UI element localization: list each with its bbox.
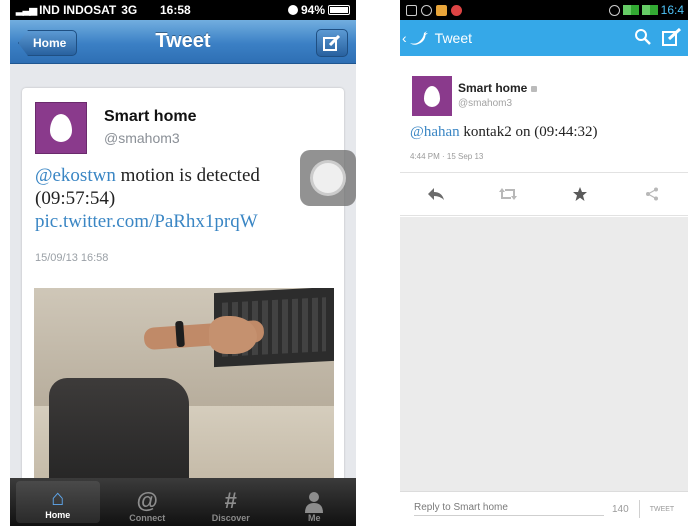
retweet-icon — [499, 188, 517, 200]
reply-icon — [428, 188, 444, 200]
share-icon — [646, 187, 658, 201]
retweet-button[interactable] — [472, 187, 544, 201]
tab-label: Discover — [211, 513, 250, 523]
back-button[interactable]: Home — [18, 30, 78, 56]
reply-input[interactable]: Reply to Smart home — [414, 502, 604, 516]
favorite-button[interactable] — [544, 186, 616, 202]
tweet-link[interactable]: pic.twitter.com/PaRhx1prqW — [35, 211, 258, 232]
egg-icon — [50, 114, 72, 142]
tweet-card: Smart home @smahom3 @ekostwn motion is d… — [22, 88, 344, 498]
compose-icon — [323, 35, 341, 51]
reply-button[interactable] — [400, 187, 472, 201]
hash-icon: # — [224, 488, 237, 513]
tab-label: Connect — [129, 513, 166, 523]
android-status-bar: 16:4 — [400, 0, 688, 20]
network-label: 3G — [121, 3, 138, 17]
action-bar: ‹ Tweet — [400, 20, 688, 56]
author-handle[interactable]: @smahom3 — [458, 98, 512, 109]
author-name-label: Smart home — [458, 81, 528, 95]
tweet-photo[interactable] — [34, 288, 334, 498]
app-notification-icon — [436, 4, 447, 16]
android-phone: 16:4 ‹ Tweet Smart home @smahom3 @hahan … — [400, 0, 688, 526]
whatsapp-icon — [421, 4, 432, 16]
tab-connect[interactable]: @ Connect — [106, 478, 190, 526]
author-name[interactable]: Smart home — [458, 81, 538, 95]
tab-discover[interactable]: # Discover — [189, 478, 273, 526]
status-time: 16:4 — [660, 3, 684, 17]
signal-icon: ▂▃▅ — [16, 4, 37, 16]
search-icon[interactable] — [634, 28, 652, 46]
tab-label: Me — [307, 513, 321, 523]
tweet-date: 4:44 PM · 15 Sep 13 — [410, 152, 484, 161]
egg-icon — [424, 85, 440, 107]
tab-label: Home — [45, 510, 71, 520]
gallery-icon — [406, 4, 417, 16]
tab-home[interactable]: ⌂ Home — [16, 481, 100, 523]
back-button-label: Home — [33, 36, 67, 50]
tweet-mention[interactable]: @hahan — [410, 124, 460, 140]
signal-icon — [622, 5, 639, 15]
star-icon — [573, 187, 587, 201]
char-count: 140 — [612, 503, 629, 515]
battery-icon — [328, 5, 350, 15]
reply-bar: Reply to Smart home 140 TWEET — [400, 491, 688, 526]
tweet-send-button[interactable]: TWEET — [650, 506, 675, 513]
tweet-actions — [400, 172, 688, 216]
battery-percent: 94% — [300, 3, 325, 17]
author-handle[interactable]: @smahom3 — [104, 130, 180, 146]
alarm-icon — [287, 5, 298, 15]
author-name[interactable]: Smart home — [104, 108, 196, 126]
tweet-date: 15/09/13 16:58 — [35, 252, 109, 264]
data-icon — [641, 5, 658, 15]
battery-indicator: 94% — [287, 3, 350, 17]
tweet-mention[interactable]: @ekostwn — [35, 165, 116, 186]
tweet-text: @hahan kontak2 on (09:44:32) — [410, 124, 598, 141]
share-button[interactable] — [616, 187, 688, 201]
tab-bar: ⌂ Home @ Connect # Discover Me — [10, 478, 356, 526]
avatar[interactable] — [412, 76, 452, 116]
status-time: 16:58 — [160, 3, 191, 17]
empty-conversation-area — [400, 217, 688, 491]
compose-icon[interactable] — [662, 28, 682, 46]
ios-nav-bar: Home Tweet — [10, 20, 356, 64]
missed-call-icon — [451, 4, 462, 16]
divider — [638, 500, 640, 518]
alarm-icon — [608, 4, 620, 16]
tab-me[interactable]: Me — [273, 478, 357, 526]
lock-icon — [531, 85, 538, 92]
twitter-bird-icon[interactable] — [409, 30, 429, 46]
photo-hand — [209, 316, 257, 354]
photo-wristband — [175, 320, 185, 348]
ios-status-bar: ▂▃▅ IND INDOSAT 3G 16:58 94% — [10, 0, 356, 20]
avatar[interactable] — [35, 102, 87, 154]
tweet-text: @ekostwn motion is detected (09:57:54) p… — [35, 164, 305, 233]
notification-icons — [406, 4, 462, 16]
person-icon — [305, 492, 324, 513]
status-right: 16:4 — [608, 3, 684, 17]
compose-button[interactable] — [316, 29, 348, 57]
up-chevron-icon[interactable]: ‹ — [402, 30, 407, 46]
assistive-touch-icon — [310, 160, 346, 196]
page-title: Tweet — [434, 30, 473, 46]
home-icon: ⌂ — [51, 485, 65, 510]
carrier-label: IND INDOSAT — [39, 3, 117, 17]
at-icon: @ — [136, 488, 158, 513]
ios-phone: ▂▃▅ IND INDOSAT 3G 16:58 94% Home Tweet — [10, 0, 356, 526]
screenshot-stage: ▂▃▅ IND INDOSAT 3G 16:58 94% Home Tweet — [0, 0, 688, 526]
tweet-body: kontak2 on (09:44:32) — [459, 124, 598, 140]
assistive-touch-button[interactable] — [300, 150, 356, 206]
